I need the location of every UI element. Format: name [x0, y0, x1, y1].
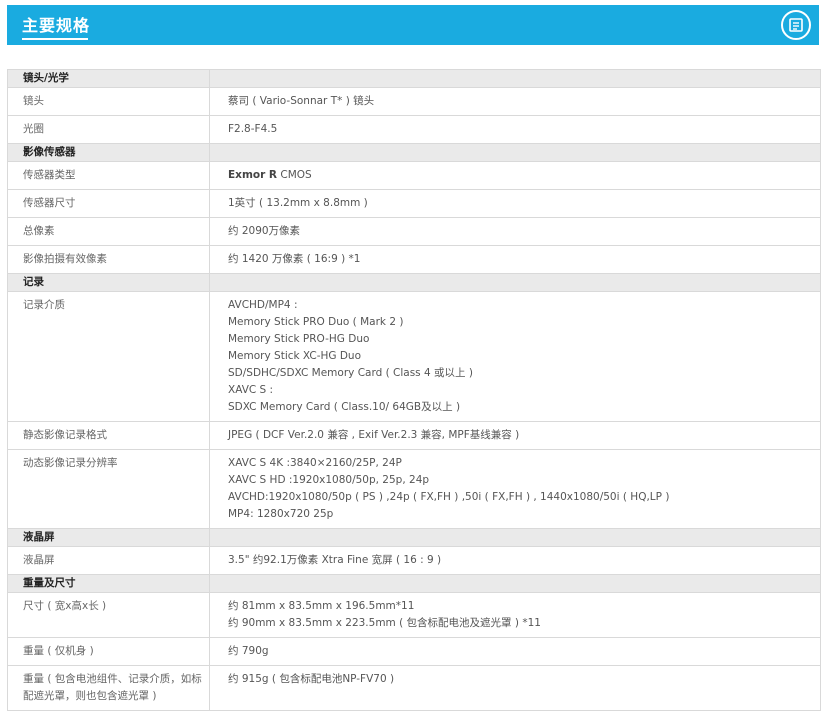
document-icon [789, 18, 803, 32]
section-row: 液晶屏 [7, 528, 821, 547]
spec-value-line: MP4: 1280x720 25p [228, 508, 334, 520]
spec-value-line: 约 2090万像素 [228, 225, 301, 237]
spec-value: XAVC S 4K :3840×2160/25P, 24P XAVC S HD :… [209, 449, 821, 529]
spec-value: 约 2090万像素 [209, 217, 821, 246]
spec-value: 3.5" 约92.1万像素 Xtra Fine 宽屏 ( 16 : 9 ) [209, 546, 821, 575]
section-row: 重量及尺寸 [7, 574, 821, 593]
section-title: 镜头/光学 [7, 69, 210, 88]
spec-value-line: AVCHD/MP4 : [228, 299, 298, 311]
spec-value-line: Memory Stick XC-HG Duo [228, 350, 362, 362]
spec-value-line: SDXC Memory Card ( Class.10/ 64GB及以上 ) [228, 401, 461, 413]
spec-label: 液晶屏 [7, 546, 210, 575]
spec-value-line: 约 1420 万像素 ( 16:9 ) *1 [228, 253, 361, 265]
table-row: 重量 ( 包含电池组件、记录介质，如标配遮光罩，则也包含遮光罩 ) 约 915g … [7, 665, 821, 711]
spec-value-line: Memory Stick PRO Duo ( Mark 2 ) [228, 316, 404, 328]
section-title: 影像传感器 [7, 143, 210, 162]
spec-value: JPEG ( DCF Ver.2.0 兼容 , Exif Ver.2.3 兼容,… [209, 421, 821, 450]
spec-table: 镜头/光学 镜头 蔡司 ( Vario-Sonnar T* ) 镜头光圈 F2.8-F… [7, 69, 821, 711]
spec-label: 动态影像记录分辨率 [7, 449, 210, 529]
page-title: 主要规格 [22, 16, 91, 35]
spec-value-line: 约 90mm x 83.5mm x 223.5mm ( 包含标配电池及遮光罩 )… [228, 617, 541, 629]
section-filler [209, 273, 821, 292]
table-row: 记录介质 AVCHD/MP4 : Memory Stick PRO Duo ( Ma… [7, 291, 821, 422]
spec-value-line: XAVC S 4K :3840×2160/25P, 24P [228, 457, 402, 469]
table-row: 总像素 约 2090万像素 [7, 217, 821, 246]
spec-value: AVCHD/MP4 : Memory Stick PRO Duo ( Mark 2… [209, 291, 821, 422]
spec-value-line: 约 915g ( 包含标配电池NP-FV70 ) [228, 673, 395, 685]
table-row: 光圈 F2.8-F4.5 [7, 115, 821, 144]
section-filler [209, 143, 821, 162]
title-underline [22, 38, 88, 40]
table-row: 液晶屏 3.5" 约92.1万像素 Xtra Fine 宽屏 ( 16 : 9 ) [7, 546, 821, 575]
spec-sheet-icon[interactable] [781, 10, 811, 40]
section-filler [209, 528, 821, 547]
section-row: 镜头/光学 [7, 69, 821, 88]
spec-value-line: 1英寸 ( 13.2mm x 8.8mm ) [228, 197, 368, 209]
spec-value-line: XAVC S HD :1920x1080/50p, 25p, 24p [228, 474, 430, 486]
section-title: 重量及尺寸 [7, 574, 210, 593]
sensor-brand: Exmor R [228, 169, 278, 181]
table-row: 静态影像记录格式 JPEG ( DCF Ver.2.0 兼容 , Exif Ver… [7, 421, 821, 450]
section-title: 记录 [7, 273, 210, 292]
spec-label: 静态影像记录格式 [7, 421, 210, 450]
sensor-type: CMOS [277, 169, 312, 181]
spec-value-line: 约 81mm x 83.5mm x 196.5mm*11 [228, 600, 415, 612]
spec-value: 约 1420 万像素 ( 16:9 ) *1 [209, 245, 821, 274]
table-row: 传感器尺寸 1英寸 ( 13.2mm x 8.8mm ) [7, 189, 821, 218]
spec-label: 镜头 [7, 87, 210, 116]
spec-label: 总像素 [7, 217, 210, 246]
section-row: 影像传感器 [7, 143, 821, 162]
spec-value-line: 3.5" 约92.1万像素 Xtra Fine 宽屏 ( 16 : 9 ) [228, 554, 442, 566]
spec-value-line: F2.8-F4.5 [228, 123, 278, 135]
spec-label: 光圈 [7, 115, 210, 144]
section-row: 记录 [7, 273, 821, 292]
section-filler [209, 69, 821, 88]
spec-value-line: Memory Stick PRO-HG Duo [228, 333, 370, 345]
spec-label: 重量 ( 仅机身 ) [7, 637, 210, 666]
spec-value: 约 915g ( 包含标配电池NP-FV70 ) [209, 665, 821, 711]
table-row: 动态影像记录分辨率 XAVC S 4K :3840×2160/25P, 24P XA… [7, 449, 821, 529]
spec-value-line: XAVC S : [228, 384, 274, 396]
spec-value-line: SD/SDHC/SDXC Memory Card ( Class 4 或以上 ) [228, 367, 473, 379]
spec-value: 1英寸 ( 13.2mm x 8.8mm ) [209, 189, 821, 218]
spec-label: 影像拍摄有效像素 [7, 245, 210, 274]
spec-value: 约 790g [209, 637, 821, 666]
table-row: 重量 ( 仅机身 ) 约 790g [7, 637, 821, 666]
section-filler [209, 574, 821, 593]
spec-label: 传感器类型 [7, 161, 210, 190]
spec-value: F2.8-F4.5 [209, 115, 821, 144]
spec-value: 约 81mm x 83.5mm x 196.5mm*11 约 90mm x 83.… [209, 592, 821, 638]
spec-label: 记录介质 [7, 291, 210, 422]
spec-value-line: 约 790g [228, 645, 269, 657]
spec-value: 蔡司 ( Vario-Sonnar T* ) 镜头 [209, 87, 821, 116]
table-row: 影像拍摄有效像素 约 1420 万像素 ( 16:9 ) *1 [7, 245, 821, 274]
spec-value-line: 蔡司 ( Vario-Sonnar T* ) 镜头 [228, 95, 375, 107]
spec-value-line: AVCHD:1920x1080/50p ( PS ) ,24p ( FX,FH … [228, 491, 670, 503]
spec-value-line: JPEG ( DCF Ver.2.0 兼容 , Exif Ver.2.3 兼容,… [228, 429, 520, 441]
table-row: 尺寸 ( 宽x高x长 ) 约 81mm x 83.5mm x 196.5mm*11… [7, 592, 821, 638]
section-header: 主要规格 [7, 5, 819, 45]
spec-label: 传感器尺寸 [7, 189, 210, 218]
table-row: 传感器类型 Exmor R CMOS [7, 161, 821, 190]
spec-label: 尺寸 ( 宽x高x长 ) [7, 592, 210, 638]
spec-label: 重量 ( 包含电池组件、记录介质，如标配遮光罩，则也包含遮光罩 ) [7, 665, 210, 711]
table-row: 镜头 蔡司 ( Vario-Sonnar T* ) 镜头 [7, 87, 821, 116]
section-title: 液晶屏 [7, 528, 210, 547]
spec-value: Exmor R CMOS [209, 161, 821, 190]
